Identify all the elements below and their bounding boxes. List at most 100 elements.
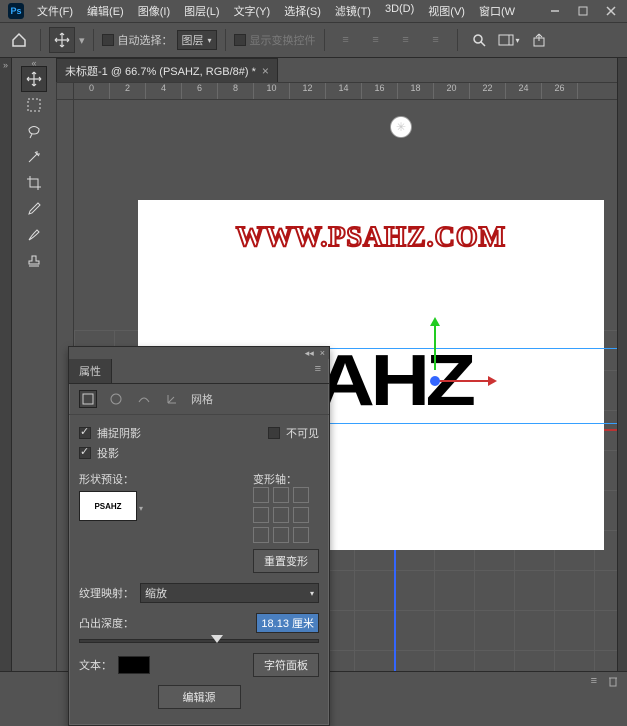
menu-edit[interactable]: 编辑(E): [80, 0, 131, 22]
menu-image[interactable]: 图像(I): [131, 0, 177, 22]
panel-close-icon[interactable]: ×: [320, 348, 325, 358]
panel-menu-icon[interactable]: ≡: [307, 359, 329, 383]
menu-filter[interactable]: 滤镜(T): [328, 0, 378, 22]
align-mid-icon[interactable]: ≡: [363, 27, 389, 53]
home-icon[interactable]: [6, 27, 32, 53]
texture-map-value: 缩放: [145, 585, 167, 601]
axis-opt-1[interactable]: [253, 487, 269, 503]
axis-opt-3[interactable]: [293, 487, 309, 503]
cast-shadow-label: 投影: [97, 445, 119, 461]
tab-close-icon[interactable]: ×: [262, 64, 269, 78]
watermark-text: WWW.PSAHZ.COM: [138, 222, 604, 254]
cast-shadow-checkbox[interactable]: [79, 447, 91, 459]
menu-type[interactable]: 文字(Y): [227, 0, 278, 22]
autoselect-dropdown[interactable]: 图层 ▾: [177, 30, 217, 50]
document-area: » « 未标题-1 @ 66.7% (PSAHZ, RGB/8#) * × 02…: [0, 58, 627, 671]
cap-subtab-icon[interactable]: [135, 390, 153, 408]
title-bar: Ps 文件(F) 编辑(E) 图像(I) 图层(L) 文字(Y) 选择(S) 滤…: [0, 0, 627, 22]
axis-opt-8[interactable]: [273, 527, 289, 543]
shape-preset-dropdown-icon[interactable]: ▾: [139, 504, 143, 513]
stamp-tool[interactable]: [21, 248, 47, 274]
move-tool[interactable]: [21, 66, 47, 92]
gizmo-y-axis[interactable]: [434, 320, 436, 370]
app-logo: Ps: [8, 3, 24, 19]
search-icon[interactable]: [466, 27, 492, 53]
extrude-depth-label: 凸出深度：: [79, 615, 134, 631]
text-color-swatch[interactable]: [118, 656, 150, 674]
reset-deform-button[interactable]: 重置变形: [253, 549, 319, 573]
tools-collapse-icon[interactable]: «: [12, 58, 56, 66]
gizmo-z-axis[interactable]: [430, 376, 440, 386]
menu-layer[interactable]: 图层(L): [177, 0, 226, 22]
menu-3d[interactable]: 3D(D): [378, 0, 421, 22]
marquee-tool[interactable]: [21, 92, 47, 118]
horizontal-ruler[interactable]: 02468101214161820222426: [74, 82, 617, 100]
invisible-checkbox[interactable]: [268, 427, 280, 439]
main-menu: 文件(F) 编辑(E) 图像(I) 图层(L) 文字(Y) 选择(S) 滤镜(T…: [30, 0, 522, 22]
maximize-button[interactable]: [569, 1, 597, 21]
autoselect-checkbox[interactable]: [102, 34, 114, 46]
menu-select[interactable]: 选择(S): [277, 0, 328, 22]
axis-opt-7[interactable]: [253, 527, 269, 543]
autoselect-value: 图层: [182, 32, 204, 48]
transform-label: 显示变换控件: [250, 32, 316, 48]
menu-window[interactable]: 窗口(W: [472, 0, 522, 22]
panel-collapse-icon[interactable]: ◂◂: [305, 348, 314, 359]
brush-tool[interactable]: [21, 222, 47, 248]
crop-tool[interactable]: [21, 170, 47, 196]
axis-opt-4[interactable]: [253, 507, 269, 523]
document-tabs: 未标题-1 @ 66.7% (PSAHZ, RGB/8#) * ×: [56, 58, 617, 82]
menu-file[interactable]: 文件(F): [30, 0, 80, 22]
slider-thumb[interactable]: [211, 635, 223, 649]
workspace-icon[interactable]: ▾: [496, 27, 522, 53]
close-button[interactable]: [597, 1, 625, 21]
share-icon[interactable]: [526, 27, 552, 53]
coord-subtab-icon[interactable]: [163, 390, 181, 408]
capture-shadow-label: 捕捉阴影: [97, 425, 141, 441]
lasso-tool[interactable]: [21, 118, 47, 144]
transform-checkbox[interactable]: [234, 34, 246, 46]
capture-shadow-checkbox[interactable]: [79, 427, 91, 439]
align-bot-icon[interactable]: ≡: [393, 27, 419, 53]
tools-panel: «: [12, 58, 56, 671]
document-tab-title: 未标题-1 @ 66.7% (PSAHZ, RGB/8#) *: [65, 63, 256, 79]
status-menu-icon[interactable]: ≡: [591, 675, 597, 687]
menu-view[interactable]: 视图(V): [421, 0, 472, 22]
mesh-subtab-icon[interactable]: [79, 390, 97, 408]
text-label: 文本：: [79, 657, 112, 673]
ruler-origin[interactable]: [56, 82, 74, 100]
texture-map-dropdown[interactable]: 缩放 ▾: [140, 583, 319, 603]
extrude-depth-input[interactable]: 18.13 厘米: [256, 613, 319, 633]
options-bar: ▾ 自动选择： 图层 ▾ 显示变换控件 ≡ ≡ ≡ ≡ ▾: [0, 22, 627, 58]
deform-axis-grid: [253, 487, 313, 543]
move-tool-icon[interactable]: [49, 27, 75, 53]
grid-subtab-label[interactable]: 网格: [191, 391, 213, 407]
autoselect-label: 自动选择：: [118, 32, 173, 48]
gizmo-x-axis[interactable]: [434, 380, 494, 382]
window-controls: [541, 1, 625, 21]
3d-light-widget[interactable]: ✳: [390, 116, 412, 138]
properties-tab[interactable]: 属性: [69, 359, 112, 383]
axis-opt-9[interactable]: [293, 527, 309, 543]
wand-tool[interactable]: [21, 144, 47, 170]
invisible-label: 不可见: [286, 425, 319, 441]
left-dock[interactable]: »: [0, 58, 12, 671]
deform-axis-label: 变形轴：: [253, 474, 297, 486]
char-panel-button[interactable]: 字符面板: [253, 653, 319, 677]
document-tab[interactable]: 未标题-1 @ 66.7% (PSAHZ, RGB/8#) * ×: [56, 58, 278, 82]
axis-opt-5[interactable]: [273, 507, 289, 523]
expand-dock-icon[interactable]: »: [3, 60, 8, 70]
align-more-icon[interactable]: ≡: [423, 27, 449, 53]
eyedropper-tool[interactable]: [21, 196, 47, 222]
align-top-icon[interactable]: ≡: [333, 27, 359, 53]
axis-opt-6[interactable]: [293, 507, 309, 523]
status-trash-icon[interactable]: [607, 675, 619, 687]
deform-subtab-icon[interactable]: [107, 390, 125, 408]
minimize-button[interactable]: [541, 1, 569, 21]
axis-opt-2[interactable]: [273, 487, 289, 503]
properties-panel: ◂◂ × 属性 ≡ 网格 捕捉阴影 不可见: [68, 346, 330, 726]
extrude-depth-slider[interactable]: [79, 639, 319, 643]
shape-preset-thumbnail[interactable]: PSAHZ: [79, 491, 137, 521]
right-dock[interactable]: [617, 58, 627, 671]
shape-preset-label: 形状预设：: [79, 474, 134, 486]
